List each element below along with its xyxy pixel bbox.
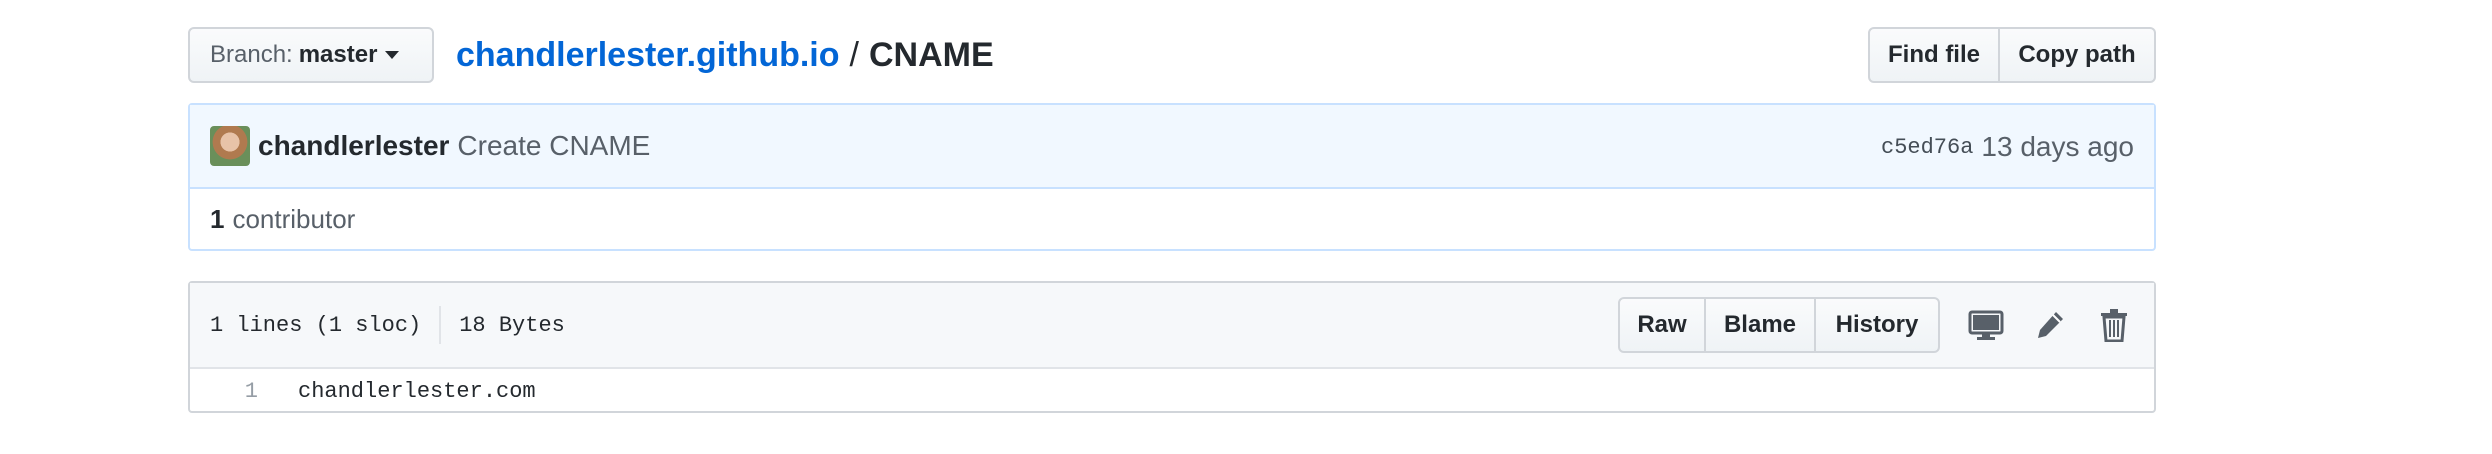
desktop-icon[interactable] xyxy=(1966,305,2006,345)
branch-name: master xyxy=(298,41,378,68)
branch-select-button[interactable]: Branch: master xyxy=(188,27,434,83)
line-number[interactable]: 1 xyxy=(190,379,278,404)
breadcrumb: chandlerlester.github.io / CNAME xyxy=(456,27,994,83)
branch-label: Branch: xyxy=(210,41,293,68)
file-navigation: Branch: master chandlerlester.github.io … xyxy=(188,27,2156,83)
commit-message-link[interactable]: Create CNAME xyxy=(457,130,650,162)
file-viewer: 1 lines (1 sloc) 18 Bytes Raw Blame Hist… xyxy=(188,281,2156,413)
caret-down-icon xyxy=(385,51,400,59)
file-header: 1 lines (1 sloc) 18 Bytes Raw Blame Hist… xyxy=(190,283,2154,369)
pencil-icon[interactable] xyxy=(2030,305,2070,345)
file-actions: Raw Blame History xyxy=(1618,297,2134,353)
avatar[interactable] xyxy=(210,126,250,166)
commit-meta: c5ed76a 13 days ago xyxy=(1881,105,2134,189)
commit-tease: chandlerlester Create CNAME c5ed76a 13 d… xyxy=(188,103,2156,251)
contributor-label: contributor xyxy=(232,203,356,234)
file-info-divider xyxy=(439,306,442,344)
latest-commit-row: chandlerlester Create CNAME c5ed76a 13 d… xyxy=(190,105,2154,189)
file-info: 1 lines (1 sloc) 18 Bytes xyxy=(210,306,565,344)
code-line: 1 chandlerlester.com xyxy=(190,369,2154,413)
code-text: chandlerlester.com xyxy=(298,378,536,404)
commit-author-link[interactable]: chandlerlester xyxy=(258,130,449,162)
file-size: 18 Bytes xyxy=(459,312,565,338)
file-line-count: 1 lines (1 sloc) xyxy=(210,312,422,338)
blame-button[interactable]: Blame xyxy=(1706,297,1816,353)
file-view-button-group: Raw Blame History xyxy=(1618,297,1940,353)
breadcrumb-separator: / xyxy=(849,35,859,74)
breadcrumb-repo-link[interactable]: chandlerlester.github.io xyxy=(456,36,840,75)
breadcrumb-file-name: CNAME xyxy=(868,35,994,74)
file-nav-button-group: Find file Copy path xyxy=(1868,27,2156,83)
copy-path-button[interactable]: Copy path xyxy=(2000,27,2156,83)
find-file-button[interactable]: Find file xyxy=(1868,27,2000,83)
history-button[interactable]: History xyxy=(1816,297,1940,353)
contributor-count: 1 xyxy=(210,203,225,234)
raw-button[interactable]: Raw xyxy=(1618,297,1706,353)
contributors-row[interactable]: 1 contributor xyxy=(190,189,2154,249)
commit-time: 13 days ago xyxy=(1981,131,2134,162)
commit-sha-link[interactable]: c5ed76a xyxy=(1881,135,1973,160)
trashcan-icon[interactable] xyxy=(2094,305,2134,345)
